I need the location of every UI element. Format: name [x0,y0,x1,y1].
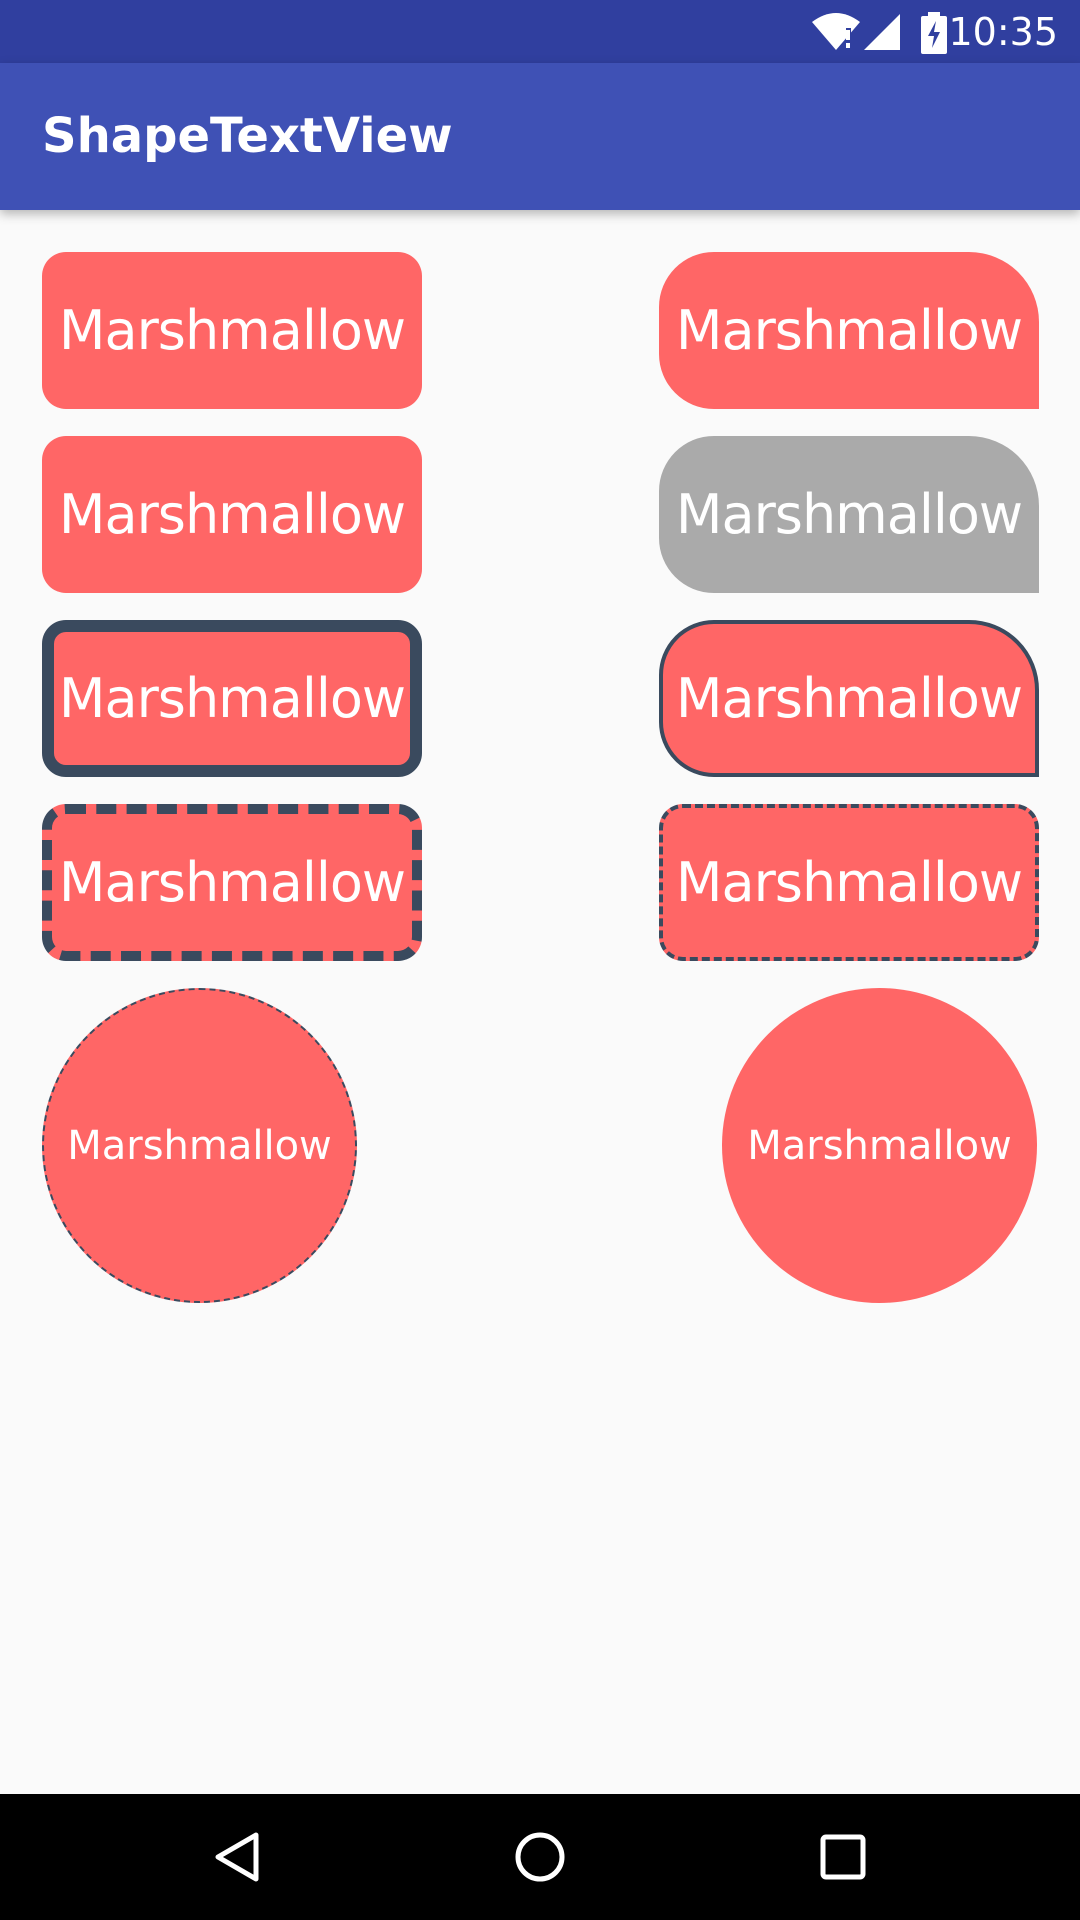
signal-icon [862,12,902,56]
back-icon[interactable] [208,1827,268,1887]
shape-dashed-border-thin[interactable]: Marshmallow [659,804,1039,961]
shape-rounded-corner-gray[interactable]: Marshmallow [659,436,1039,593]
shape-grid: Marshmallow Marshmallow Marshmallow Mars… [0,210,1080,1794]
shape-rounded[interactable]: Marshmallow [42,252,422,409]
app-bar: ShapeTextView [0,63,1080,210]
battery-charging-icon [920,12,948,58]
status-time: 10:35 [948,10,1058,54]
recents-icon[interactable] [813,1827,873,1887]
home-icon[interactable] [510,1827,570,1887]
shape-corner-solid-border[interactable]: Marshmallow [659,620,1039,777]
shape-circle[interactable]: Marshmallow [722,988,1037,1303]
shape-solid-border[interactable]: Marshmallow [42,620,422,777]
navigation-bar [0,1794,1080,1920]
wifi-icon [810,12,862,56]
status-bar: 10:35 [0,0,1080,63]
shape-dashed-border[interactable]: Marshmallow [42,804,422,961]
shape-circle-dashed[interactable]: Marshmallow [42,988,357,1303]
shape-rounded-2[interactable]: Marshmallow [42,436,422,593]
shape-rounded-corner[interactable]: Marshmallow [659,252,1039,409]
app-title: ShapeTextView [42,108,453,164]
